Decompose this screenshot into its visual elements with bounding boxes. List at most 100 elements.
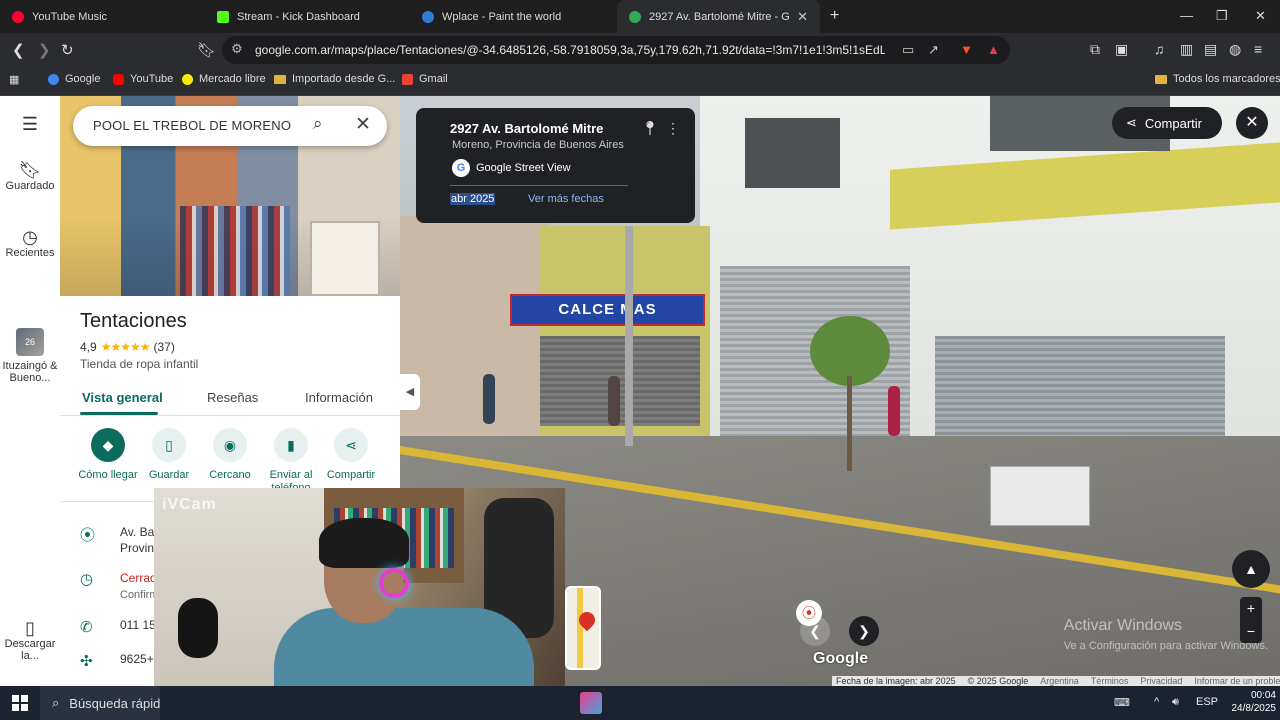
mini-map[interactable]: [565, 586, 601, 670]
rail-recent[interactable]: ◷ Recientes: [0, 228, 60, 259]
pluscode-row[interactable]: ✣ 9625+: [80, 652, 154, 670]
zoom-out-icon[interactable]: −: [1240, 620, 1262, 643]
rail-label: Recientes: [5, 247, 55, 259]
close-window-icon[interactable]: ✕: [1255, 8, 1266, 24]
hours-row[interactable]: ◷ Cerrad Confirm: [80, 570, 159, 603]
close-street-view-icon[interactable]: ✕: [1236, 107, 1268, 139]
sv-date[interactable]: abr 2025: [450, 193, 496, 205]
address-bar[interactable]: ⚙ google.com.ar/maps/place/Tentaciones/@…: [222, 36, 1010, 64]
sidebar-icon[interactable]: ▥: [1180, 41, 1193, 58]
bookmark-icon[interactable]: 🔖︎: [197, 41, 216, 59]
bookmark-folder-imported[interactable]: Importado desde G...: [274, 73, 395, 85]
location-pin-icon[interactable]: 📍︎: [641, 120, 659, 137]
maximize-icon[interactable]: ❐: [1216, 8, 1228, 24]
tab-wplace[interactable]: Wplace - Paint the world: [410, 0, 615, 33]
bookmark-gmail[interactable]: Gmail: [402, 73, 448, 85]
wallet-icon[interactable]: ▤: [1204, 41, 1217, 58]
nearby-button[interactable]: ◉ Cercano: [196, 428, 264, 482]
google-logo: Google: [813, 650, 869, 667]
new-tab-icon[interactable]: +: [830, 7, 839, 25]
tab-google-maps[interactable]: 2927 Av. Bartolomé Mitre - Goog ✕: [617, 0, 820, 33]
sv-share-button[interactable]: ⋖ Compartir: [1112, 107, 1222, 139]
action-label: Compartir: [326, 469, 376, 481]
map-pin-icon[interactable]: ⦿: [796, 600, 822, 626]
windows-taskbar: ⌕ Búsqueda rápida ⌨ ^ 🔊︎ ESP 00:04 24/8/…: [0, 686, 1280, 720]
compass-icon[interactable]: ▲: [1232, 550, 1270, 588]
taskbar-search[interactable]: ⌕ Búsqueda rápida: [40, 686, 160, 720]
apps-icon[interactable]: ▦: [9, 73, 19, 86]
maps-search-box[interactable]: POOL EL TREBOL DE MORENO ⌕ ✕: [73, 106, 387, 146]
tree-trunk: [847, 376, 852, 471]
share-button[interactable]: ⋖ Compartir: [317, 428, 385, 482]
rail-recent-place[interactable]: 26 Ituzaingó & Bueno...: [0, 328, 60, 384]
more-dates-link[interactable]: Ver más fechas: [528, 193, 604, 205]
phone-text: 011 15: [120, 618, 156, 632]
all-bookmarks[interactable]: Todos los marcadores: [1155, 73, 1280, 85]
search-input[interactable]: POOL EL TREBOL DE MORENO: [93, 118, 291, 133]
back-icon[interactable]: ❮: [12, 41, 25, 59]
pedestrian: [483, 374, 495, 424]
rail-saved[interactable]: 🔖︎ Guardado: [0, 161, 60, 192]
site-settings-icon[interactable]: ⚙: [231, 41, 243, 57]
bookmarks-bar: ▦ Google YouTube Mercado libre Importado…: [0, 67, 1280, 96]
input-method-icon[interactable]: ⌨: [1114, 696, 1130, 709]
rail-label: Guardado: [5, 180, 55, 192]
folder-icon: [274, 74, 286, 84]
brave-rewards-icon[interactable]: ▲: [987, 42, 1000, 57]
place-category[interactable]: Tienda de ropa infantil: [80, 357, 198, 371]
collapse-panel-button[interactable]: ◀: [400, 374, 420, 410]
tray-overflow-icon[interactable]: ^: [1154, 696, 1159, 708]
more-options-icon[interactable]: ⋮: [666, 120, 680, 137]
taskbar-clock[interactable]: 00:04 24/8/2025: [1196, 689, 1277, 715]
microphone: [178, 598, 218, 658]
browser-toolbar: ❮ ❯ ↻ 🔖︎ ⚙ google.com.ar/maps/place/Tent…: [0, 33, 1280, 67]
vpn-icon[interactable]: ◍: [1229, 41, 1241, 58]
share-page-icon[interactable]: ↗: [928, 42, 939, 58]
tab-youtube-music[interactable]: YouTube Music: [0, 0, 205, 33]
pluscode-text: 9625+: [120, 652, 154, 666]
reload-icon[interactable]: ↻: [61, 41, 74, 59]
rail-label: Descargar la...: [4, 638, 56, 662]
navigate-forward-arrow-icon[interactable]: ❯: [849, 616, 879, 646]
search-icon[interactable]: ⌕: [313, 114, 323, 134]
address-row[interactable]: ⦿ Av. Ba Provin: [80, 524, 154, 556]
rgb-headset: [379, 568, 409, 598]
taskbar-app-icon[interactable]: [580, 692, 602, 714]
bookmark-label: Mercado libre: [199, 73, 266, 85]
gmail-icon: [402, 73, 413, 85]
extensions-icon[interactable]: ⧉: [1090, 41, 1100, 58]
volume-icon[interactable]: 🔊︎: [1172, 696, 1179, 709]
media-icon[interactable]: ♫: [1154, 41, 1165, 57]
phone-row[interactable]: ✆ 011 15: [80, 618, 156, 636]
minimize-icon[interactable]: —: [1180, 8, 1193, 23]
plus-code-icon: ✣: [80, 653, 93, 670]
sv-address: 2927 Av. Bartolomé Mitre: [450, 121, 604, 136]
bookmark-label: Importado desde G...: [292, 73, 396, 85]
send-to-phone-button[interactable]: ▮ Enviar al teléfono: [257, 428, 325, 495]
photo-detail: [180, 206, 290, 296]
close-tab-icon[interactable]: ✕: [797, 9, 808, 25]
rail-label: Ituzaingó & Bueno...: [2, 360, 58, 384]
bookmark-google[interactable]: Google: [48, 73, 100, 85]
bookmark-mercado-libre[interactable]: Mercado libre: [182, 73, 266, 85]
place-rating[interactable]: 4,9 ★★★★★ (37): [80, 340, 175, 354]
windows-start-icon[interactable]: [12, 695, 28, 711]
cast-icon[interactable]: ▭: [902, 42, 914, 58]
rail-download-app[interactable]: ▯ Descargar la...: [0, 619, 60, 662]
bookmark-youtube[interactable]: YouTube: [113, 73, 173, 85]
tab-overview[interactable]: Vista general: [82, 390, 163, 405]
bookmark-label: YouTube: [130, 73, 174, 85]
tab-about[interactable]: Información: [305, 390, 373, 405]
forward-icon[interactable]: ❯: [38, 41, 51, 59]
menu-hamburger-icon[interactable]: ☰: [0, 115, 60, 134]
menu-icon[interactable]: ≡: [1254, 41, 1262, 57]
save-button[interactable]: ▯ Guardar: [135, 428, 203, 482]
screenshot-icon[interactable]: ▣: [1115, 41, 1128, 58]
tab-reviews[interactable]: Reseñas: [207, 390, 258, 405]
tab-kick-dashboard[interactable]: Stream - Kick Dashboard: [205, 0, 410, 33]
divider: [450, 185, 628, 186]
clear-search-icon[interactable]: ✕: [355, 113, 371, 136]
brave-shield-icon[interactable]: ▼: [960, 42, 973, 57]
zoom-in-icon[interactable]: +: [1240, 597, 1262, 620]
directions-button[interactable]: ◆ Cómo llegar: [74, 428, 142, 482]
